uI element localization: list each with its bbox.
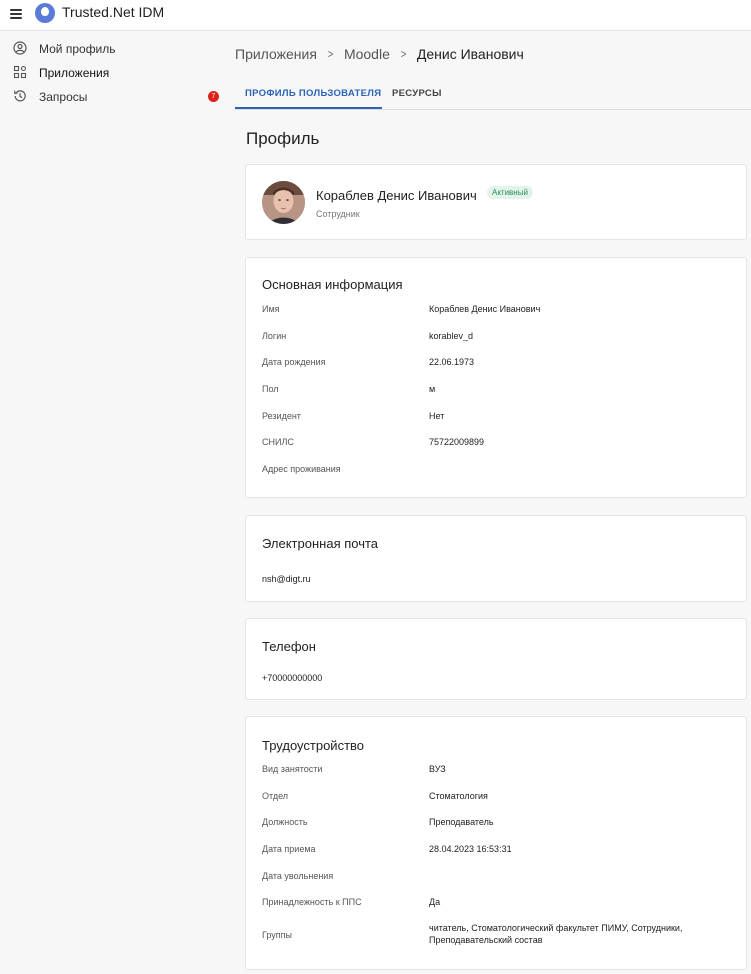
page-title: Профиль (246, 129, 320, 148)
tab-bar: ПРОФИЛЬ ПОЛЬЗОВАТЕЛЯ РЕСУРСЫ (235, 80, 751, 110)
breadcrumb: Приложения > Moodle > Денис Иванович (235, 44, 524, 64)
hamburger-icon[interactable] (9, 6, 25, 22)
phone-value[interactable]: +70000000000 (262, 673, 322, 683)
field-value: Да (429, 897, 441, 907)
sidebar-item-label: Мой профиль (39, 42, 116, 56)
field-label: Дата рождения (262, 357, 326, 367)
breadcrumb-moodle[interactable]: Moodle (344, 46, 390, 62)
field-label: Адрес проживания (262, 464, 341, 474)
chevron-right-icon: > (400, 47, 407, 61)
top-app-bar: Trusted.Net IDM (0, 0, 751, 31)
field-value: Стоматология (429, 791, 488, 801)
user-full-name: Кораблев Денис Иванович (316, 188, 477, 203)
email-title: Электронная почта (262, 536, 379, 551)
chevron-right-icon: > (327, 47, 334, 61)
field-label: Принадлежность к ППС (262, 897, 362, 907)
field-label: Вид занятости (262, 764, 323, 774)
basic-info-title: Основная информация (262, 277, 403, 292)
field-label: СНИЛС (262, 437, 294, 447)
avatar (262, 181, 305, 224)
field-value: 75722009899 (429, 437, 485, 447)
email-card: Электронная почта nsh@digt.ru (245, 515, 747, 602)
tab-resources[interactable]: РЕСУРСЫ (392, 88, 442, 99)
breadcrumb-applications[interactable]: Приложения (235, 46, 317, 62)
app-title: Trusted.Net IDM (62, 4, 165, 20)
breadcrumb-current: Денис Иванович (416, 46, 524, 62)
phone-card: Телефон +70000000000 (245, 618, 747, 700)
field-value: Преподавательский состав (429, 935, 543, 945)
field-label: Должность (262, 817, 308, 827)
sidebar-item-applications[interactable]: Приложения (0, 61, 225, 85)
email-value[interactable]: nsh@digt.ru (262, 574, 311, 584)
field-label: Дата увольнения (262, 871, 334, 881)
history-icon (13, 90, 26, 102)
sidebar-item-label: Запросы (39, 90, 88, 104)
field-value: 22.06.1973 (429, 357, 475, 367)
field-value: korablev_d (429, 331, 474, 341)
field-label: Отдел (262, 791, 289, 801)
field-value: м (429, 384, 436, 394)
field-label: Пол (262, 384, 279, 394)
sidebar-item-my-profile[interactable]: Мой профиль (0, 37, 225, 61)
field-value: Нет (429, 411, 445, 421)
field-label: Резидент (262, 411, 301, 421)
field-value: Кораблев Денис Иванович (429, 304, 541, 314)
field-value: читатель, Стоматологический факультет ПИ… (429, 923, 683, 933)
field-value: Преподаватель (429, 817, 494, 827)
field-label: Логин (262, 331, 287, 341)
sidebar-item-label: Приложения (39, 66, 110, 80)
requests-count-badge: 7 (208, 91, 219, 102)
status-badge: Активный (487, 186, 533, 199)
user-circle-icon (13, 41, 27, 55)
tab-user-profile[interactable]: ПРОФИЛЬ ПОЛЬЗОВАТЕЛЯ (245, 88, 381, 99)
trusted-net-logo (35, 3, 55, 23)
basic-info-card: Основная информация Имя Кораблев Денис И… (245, 257, 747, 498)
sidebar-item-requests[interactable]: Запросы 7 (0, 85, 225, 109)
apps-grid-icon (13, 65, 27, 79)
employment-card: Трудоустройство Вид занятости ВУЗ Отдел … (245, 716, 747, 970)
sidebar: Мой профиль Приложения Запросы 7 (0, 31, 225, 974)
profile-card: Кораблев Денис Иванович Активный Сотрудн… (245, 164, 747, 240)
field-value: 28.04.2023 16:53:31 (429, 844, 512, 854)
employment-title: Трудоустройство (262, 738, 365, 753)
field-label: Дата приема (262, 844, 316, 854)
field-label: Имя (262, 304, 280, 314)
field-label: Группы (262, 930, 292, 940)
field-value: ВУЗ (429, 764, 446, 774)
active-tab-indicator (235, 107, 382, 109)
user-role: Сотрудник (316, 209, 360, 219)
phone-title: Телефон (262, 639, 316, 654)
